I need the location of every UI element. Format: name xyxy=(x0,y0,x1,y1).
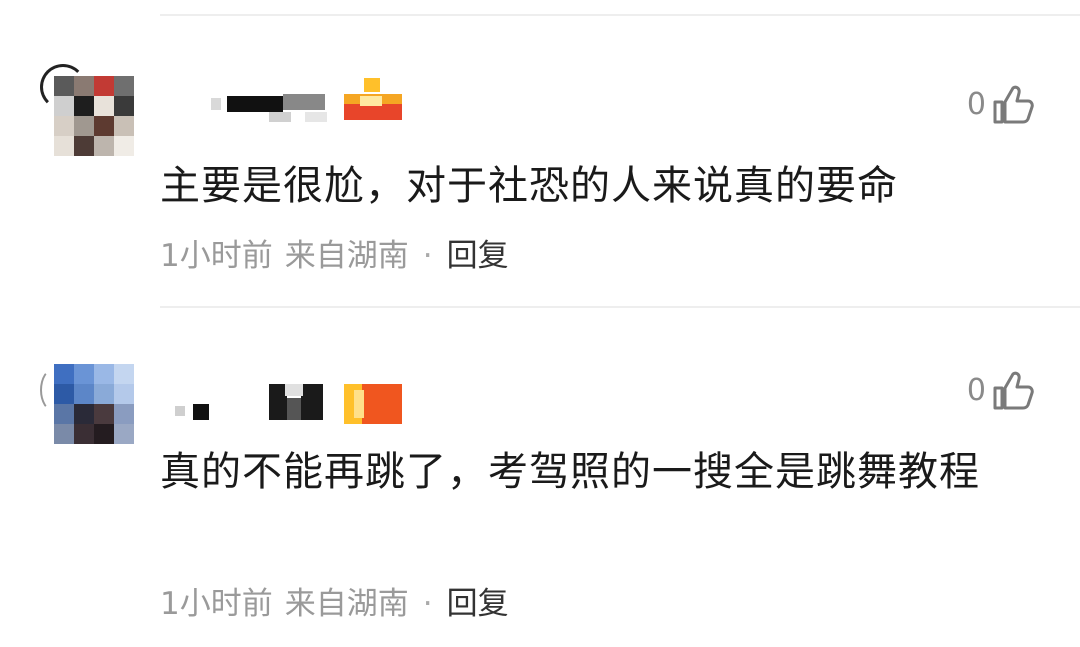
divider xyxy=(160,14,1080,16)
like-count: 0 xyxy=(966,87,986,122)
meta-separator: · xyxy=(422,238,433,274)
comment-location: 来自湖南 xyxy=(284,586,409,622)
reply-button[interactable]: 回复 xyxy=(447,586,509,622)
user-level-badge xyxy=(344,78,402,120)
meta-separator: · xyxy=(422,586,433,622)
comment-time: 1小时前 xyxy=(160,238,273,274)
like-button[interactable]: 0 xyxy=(967,366,1036,416)
reply-button[interactable]: 回复 xyxy=(447,238,509,274)
avatar[interactable] xyxy=(54,364,134,444)
thumbs-up-icon xyxy=(990,368,1036,414)
like-button[interactable]: 0 xyxy=(967,80,1036,130)
comment-meta: 1小时前 来自湖南 · 回复 xyxy=(160,584,509,624)
comment-text: 真的不能再跳了，考驾照的一搜全是跳舞教程 xyxy=(160,449,980,495)
user-level-badge xyxy=(344,384,402,426)
like-count: 0 xyxy=(966,373,986,408)
avatar-frame xyxy=(40,368,68,412)
comment-time: 1小时前 xyxy=(160,586,273,622)
avatar-frame xyxy=(40,64,86,110)
comment-location: 来自湖南 xyxy=(284,238,409,274)
username-redacted[interactable] xyxy=(165,88,345,128)
thumbs-up-icon xyxy=(990,82,1036,128)
divider xyxy=(160,306,1080,308)
comment-meta: 1小时前 来自湖南 · 回复 xyxy=(160,236,509,276)
username-redacted[interactable] xyxy=(165,384,345,424)
comment-text: 主要是很尬，对于社恐的人来说真的要命 xyxy=(160,163,898,209)
comment-list: 0 主要是很尬，对于社恐的人来说真的要命 1小时前 来自湖南 · 回复 0 真的… xyxy=(0,0,1080,647)
